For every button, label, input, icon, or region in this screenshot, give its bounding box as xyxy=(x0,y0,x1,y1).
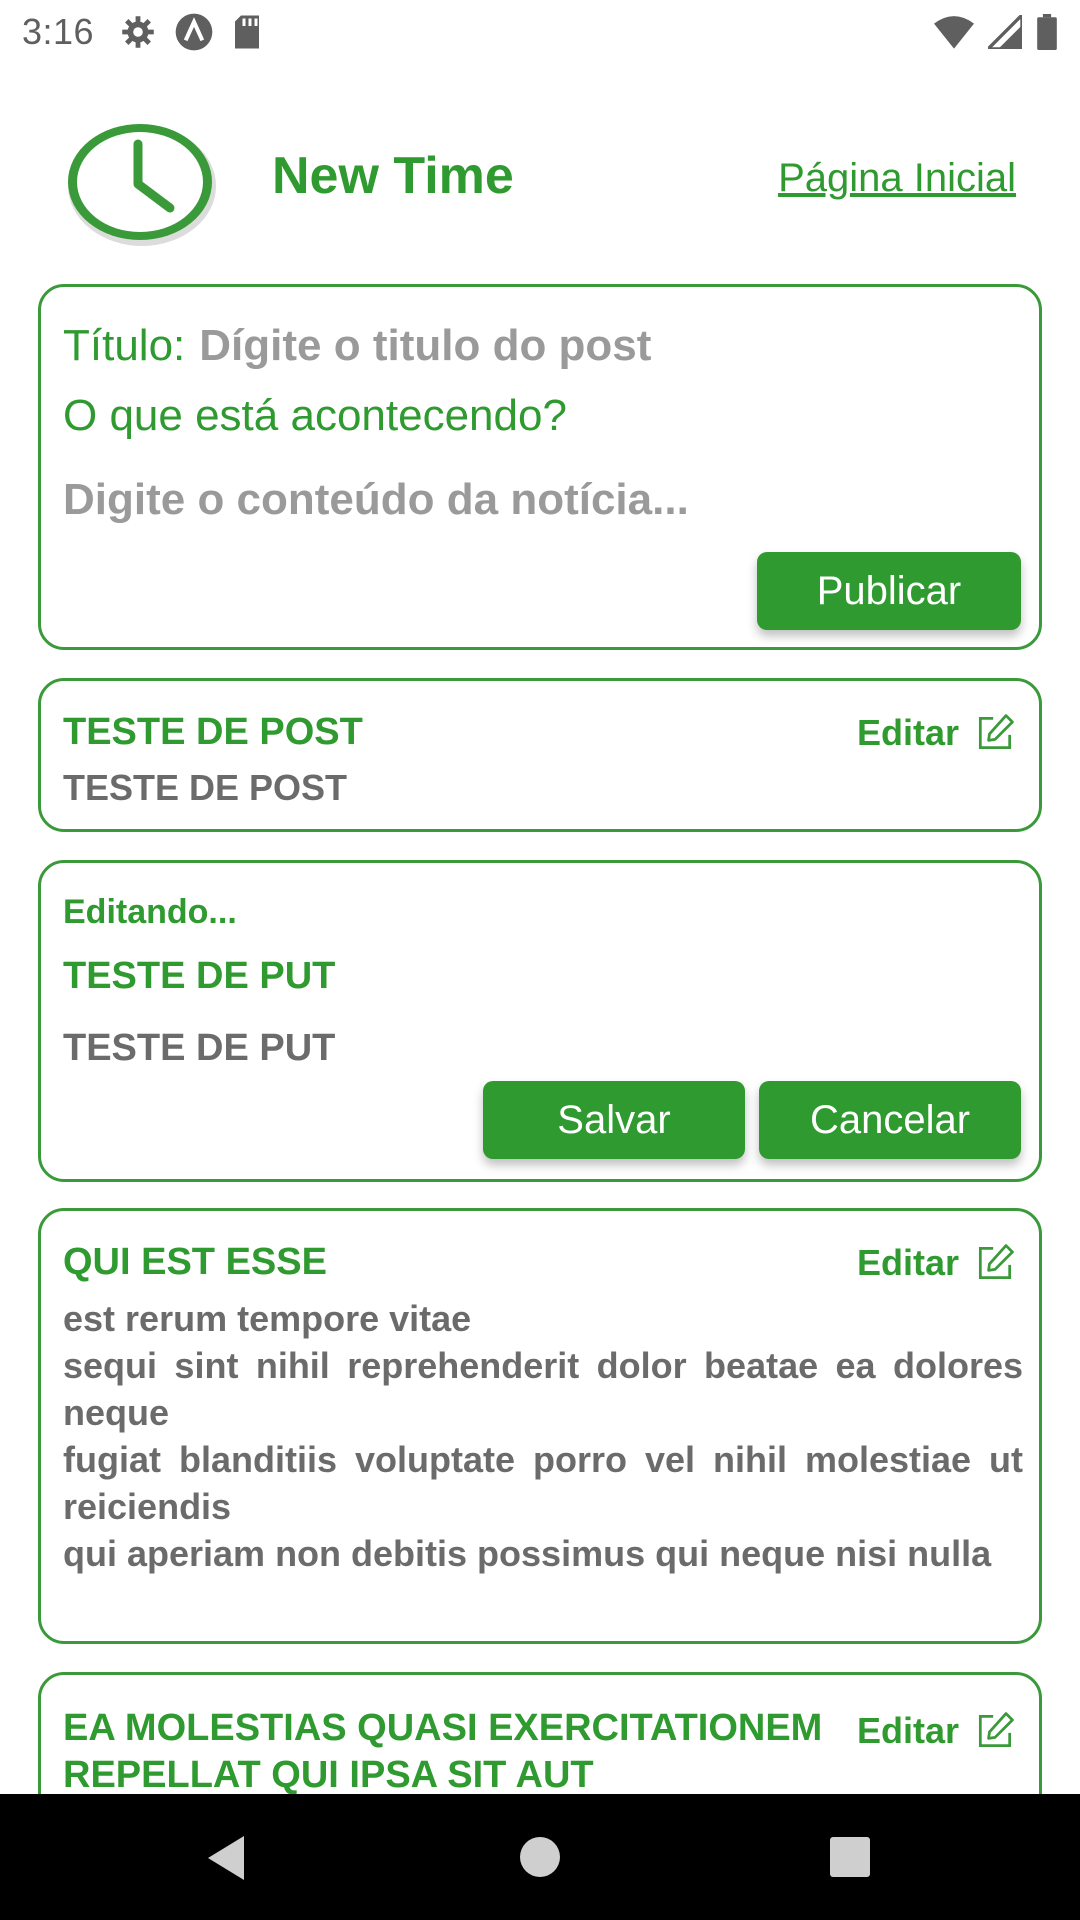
home-icon[interactable] xyxy=(520,1837,560,1877)
edit-label: Editar xyxy=(856,1242,959,1283)
signal-icon xyxy=(988,14,1022,49)
title-input[interactable]: Dígite o titulo do post xyxy=(199,321,651,371)
post-body-line: est rerum tempore vitae xyxy=(63,1298,472,1339)
status-bar: 3:16 xyxy=(0,0,1080,63)
app-title: New Time xyxy=(272,147,514,205)
status-time: 3:16 xyxy=(22,10,95,52)
post-card: QUI EST ESSE Editar est rerum tempore vi… xyxy=(38,1208,1042,1644)
edit-icon xyxy=(978,714,1014,750)
composer-prompt: O que está acontecendo? xyxy=(63,391,567,440)
post-body: est rerum tempore vitae sequi sint nihil… xyxy=(63,1295,1023,1577)
settings-icon xyxy=(122,15,154,48)
publish-button[interactable]: Publicar xyxy=(757,552,1021,630)
recents-icon[interactable] xyxy=(830,1837,870,1877)
cancel-button[interactable]: Cancelar xyxy=(759,1081,1021,1159)
editing-label: Editando... xyxy=(63,893,237,931)
edit-label: Editar xyxy=(856,1710,959,1751)
wifi-icon xyxy=(934,15,974,49)
post-body-line: qui aperiam non debitis possimus qui neq… xyxy=(63,1533,992,1574)
edit-label: Editar xyxy=(856,712,959,753)
edit-button[interactable]: Editar xyxy=(857,711,1017,755)
battery-icon xyxy=(1037,13,1057,50)
post-title: EA MOLESTIAS QUASI EXERCITATIONEM REPELL… xyxy=(63,1707,823,1796)
post-body-line: sequi sint nihil reprehenderit dolor bea… xyxy=(63,1345,1023,1433)
post-title: QUI EST ESSE xyxy=(63,1241,327,1283)
navigation-bar xyxy=(0,1794,1080,1920)
edit-button[interactable]: Editar xyxy=(857,1241,1017,1285)
a-icon xyxy=(175,13,213,50)
edit-icon xyxy=(978,1244,1014,1280)
edit-body-input[interactable]: TESTE DE PUT xyxy=(63,1027,335,1070)
post-card-editing: Editando... TESTE DE PUT TESTE DE PUT Sa… xyxy=(38,860,1042,1182)
edit-title-input[interactable]: TESTE DE PUT xyxy=(63,955,335,998)
title-label: Título: xyxy=(63,321,186,370)
edit-button[interactable]: Editar xyxy=(857,1709,1017,1753)
post-card: TESTE DE POST TESTE DE POST Editar xyxy=(38,678,1042,832)
clock-logo-icon xyxy=(68,124,216,246)
new-post-card: Título: Dígite o titulo do post O que es… xyxy=(38,284,1042,650)
save-button[interactable]: Salvar xyxy=(483,1081,745,1159)
content-input[interactable]: Digite o conteúdo da notícia... xyxy=(63,475,689,525)
back-icon[interactable] xyxy=(204,1834,248,1882)
sd-card-icon xyxy=(235,15,260,48)
post-body: TESTE DE POST xyxy=(63,767,348,808)
edit-icon xyxy=(978,1712,1014,1748)
header: New Time Página Inicial xyxy=(0,100,1080,255)
home-link[interactable]: Página Inicial xyxy=(778,156,1016,201)
post-body-line: fugiat blanditiis voluptate porro vel ni… xyxy=(63,1439,1023,1527)
post-title: TESTE DE POST xyxy=(63,711,363,753)
